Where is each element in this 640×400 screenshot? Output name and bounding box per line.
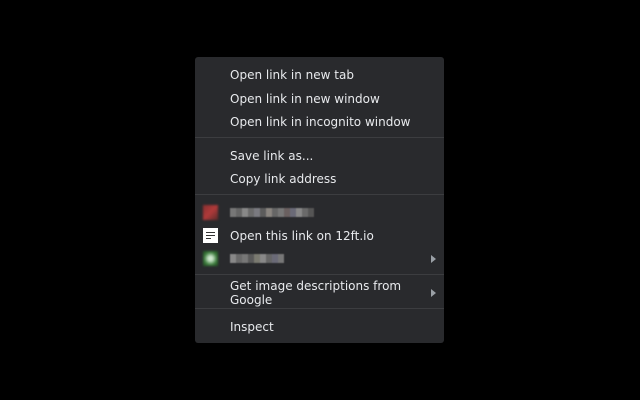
blurred-label xyxy=(230,208,314,217)
menu-item-label: Inspect xyxy=(230,319,274,334)
menu-item-open-new-tab[interactable]: Open link in new tab xyxy=(195,63,444,86)
menu-item-label: Get image descriptions from Google xyxy=(230,278,402,307)
extension-icon xyxy=(203,251,218,266)
blurred-label xyxy=(230,254,284,263)
menu-item-label: Open this link on 12ft.io xyxy=(230,228,374,243)
menu-item-extension-submenu-blurred[interactable] xyxy=(195,247,444,270)
menu-item-open-incognito[interactable]: Open link in incognito window xyxy=(195,110,444,133)
document-icon xyxy=(203,228,218,243)
menu-item-copy-link-address[interactable]: Copy link address xyxy=(195,167,444,190)
separator xyxy=(195,137,444,138)
context-menu: Open link in new tab Open link in new wi… xyxy=(195,57,444,343)
extension-icon xyxy=(203,205,218,220)
menu-item-open-new-window[interactable]: Open link in new window xyxy=(195,87,444,110)
menu-item-extension-blurred[interactable] xyxy=(195,201,444,224)
menu-item-open-12ft[interactable]: Open this link on 12ft.io xyxy=(195,224,444,247)
menu-item-image-descriptions[interactable]: Get image descriptions from Google xyxy=(195,278,444,307)
menu-item-save-link-as[interactable]: Save link as... xyxy=(195,144,444,167)
menu-item-label: Open link in new tab xyxy=(230,67,354,82)
separator xyxy=(195,308,444,309)
menu-item-label: Open link in new window xyxy=(230,91,380,106)
submenu-arrow-icon xyxy=(431,288,436,297)
menu-item-label: Save link as... xyxy=(230,148,314,163)
submenu-arrow-icon xyxy=(431,254,436,263)
menu-item-inspect[interactable]: Inspect xyxy=(195,315,444,338)
separator xyxy=(195,274,444,275)
menu-item-label: Copy link address xyxy=(230,171,337,186)
menu-item-label: Open link in incognito window xyxy=(230,114,411,129)
separator xyxy=(195,194,444,195)
